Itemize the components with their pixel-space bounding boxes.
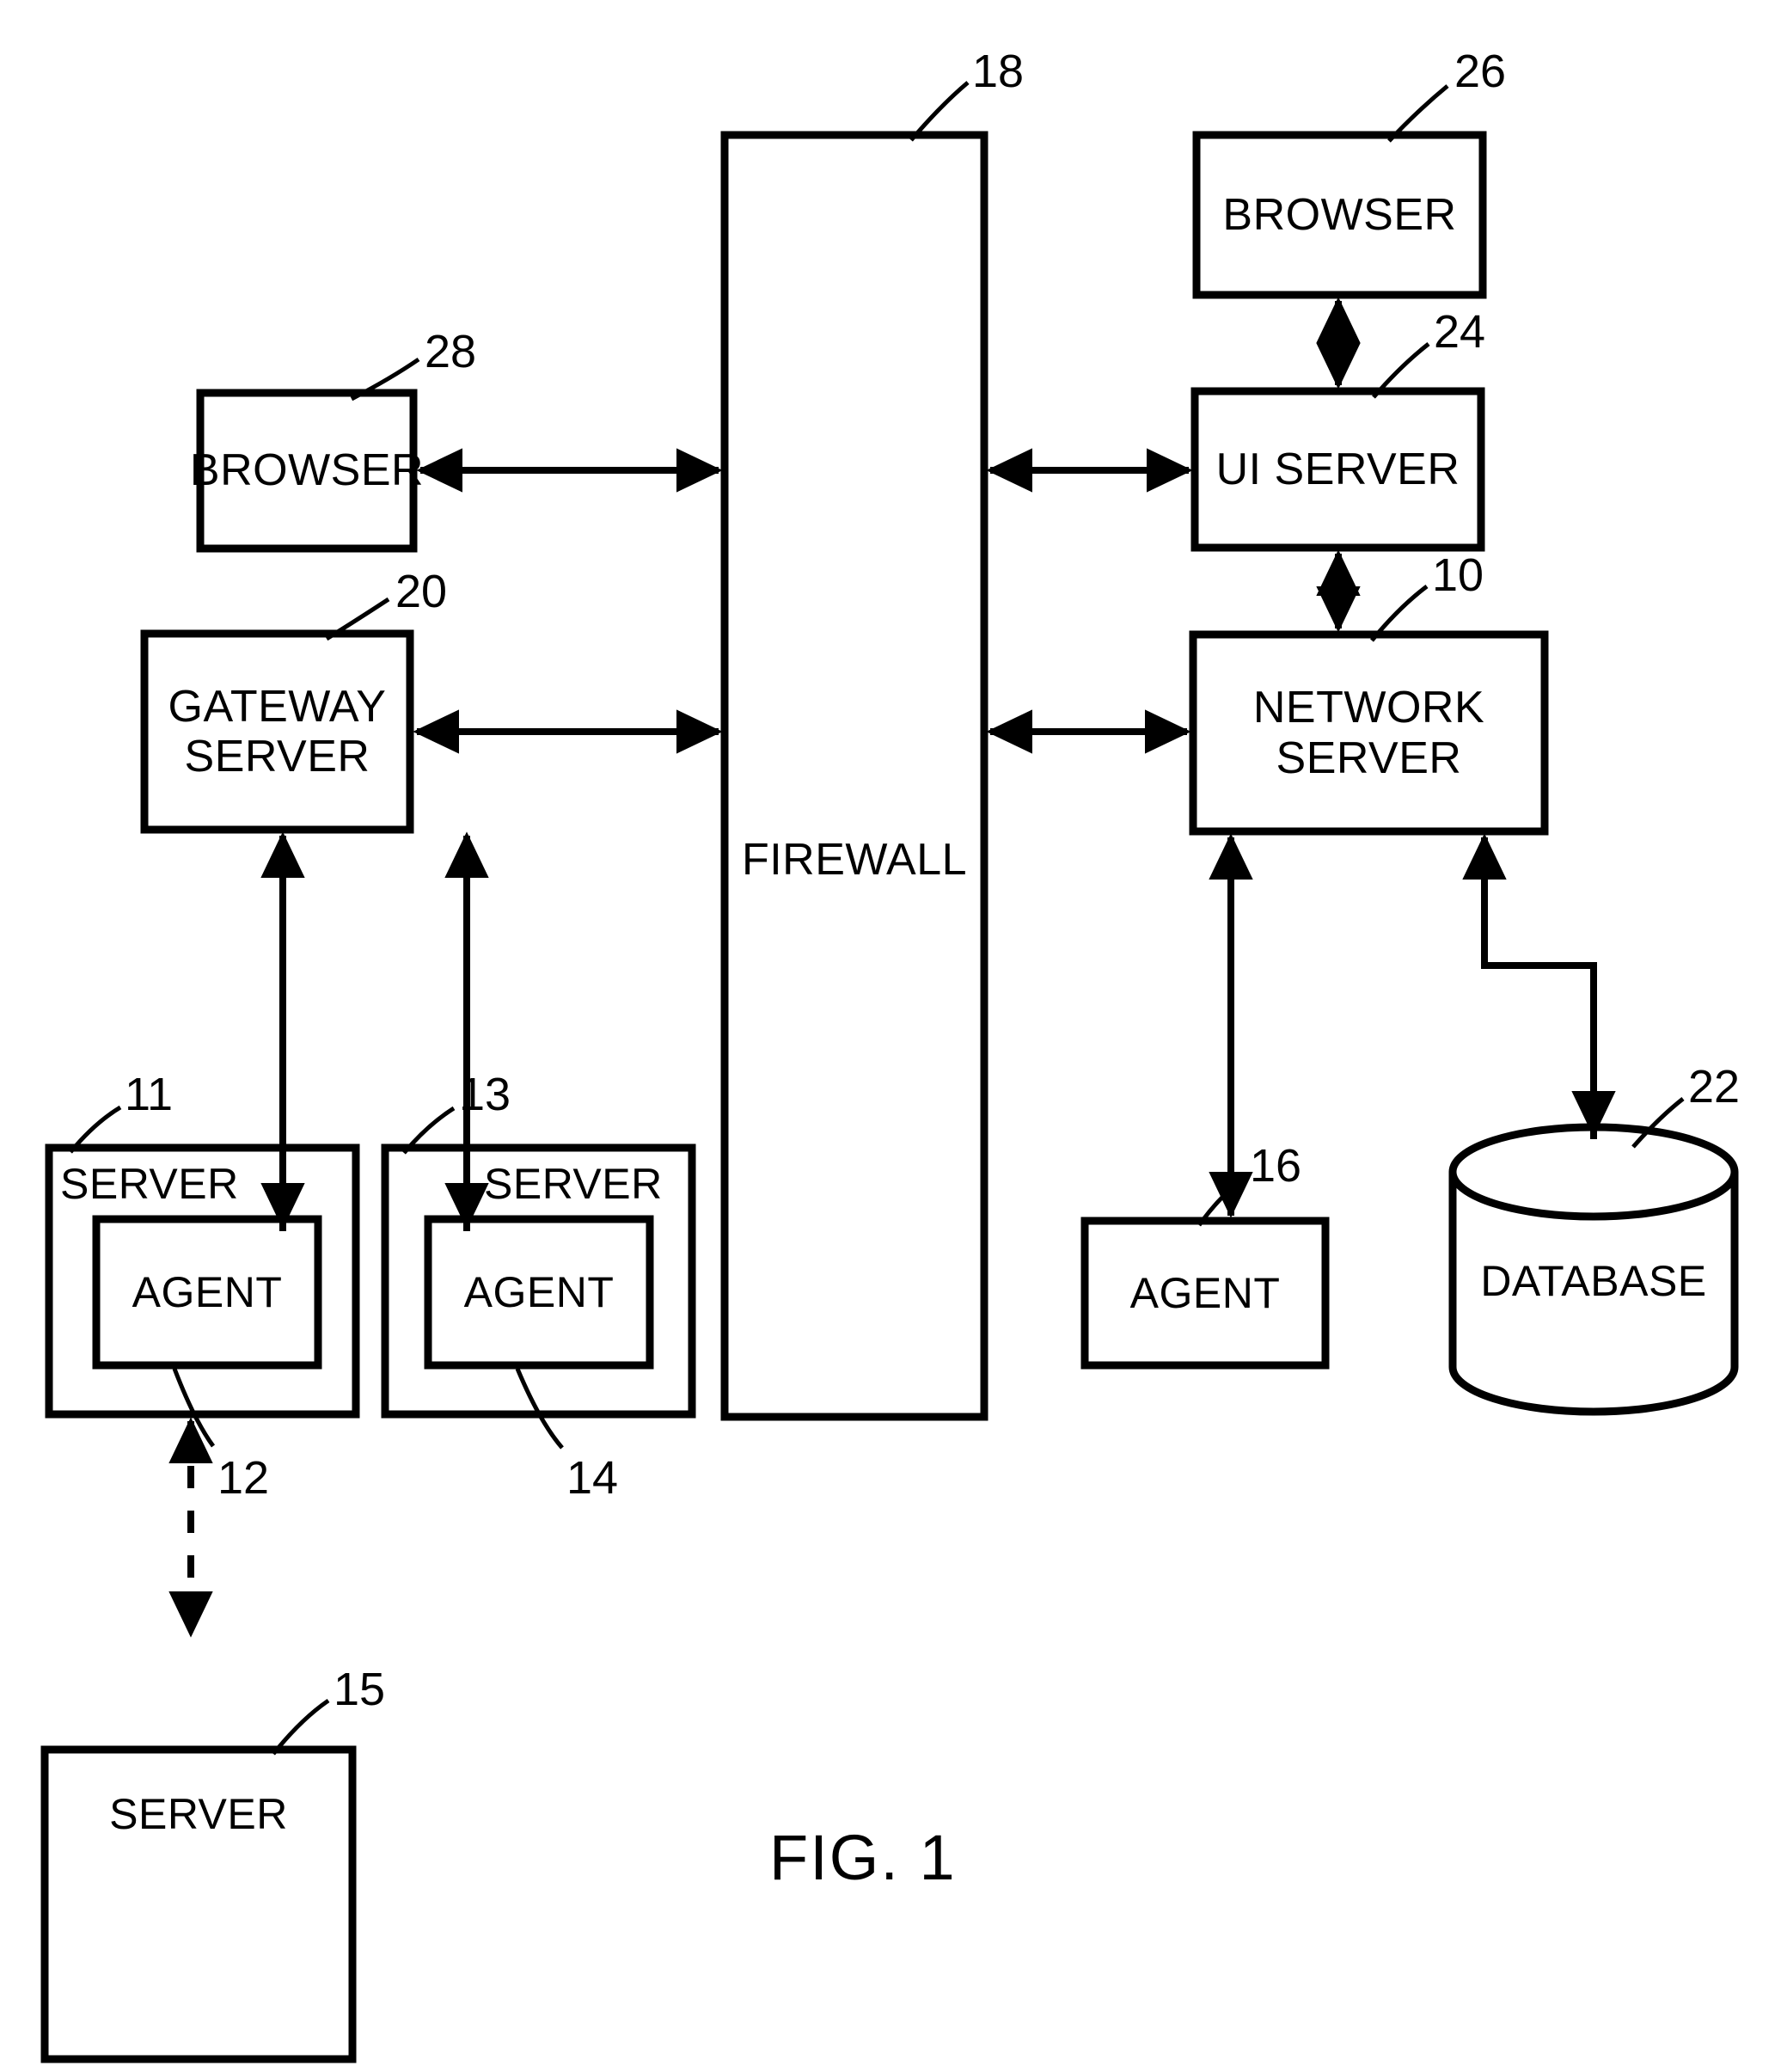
server-15-box: [40, 1745, 357, 2063]
ref-number-12: 12: [217, 1452, 270, 1504]
ref-number-22: 22: [1688, 1061, 1741, 1113]
ref-number-13: 13: [459, 1069, 511, 1120]
arrow-networkserver-database: [1481, 837, 1616, 1137]
agent-12-box: [92, 1215, 322, 1370]
arrow-database-networkserver: [1462, 833, 1597, 1139]
gateway-server-box: [140, 629, 414, 834]
ref-number-28: 28: [425, 326, 477, 377]
ref-number-20: 20: [395, 566, 448, 617]
browser-right-box: [1192, 131, 1487, 299]
ref-number-11: 11: [125, 1069, 174, 1120]
leader-22: [1631, 1097, 1685, 1149]
ref-number-26: 26: [1454, 46, 1507, 97]
diagram-canvas: [40, 81, 1739, 2063]
agent-14-box: [424, 1215, 654, 1370]
firewall-box: [720, 131, 988, 1421]
network-server-box: [1189, 630, 1549, 836]
ref-number-16: 16: [1250, 1140, 1302, 1192]
patent-figure-page: BROWSER GATEWAY SERVER FIREWALL BROWSER …: [0, 0, 1781, 2072]
ref-number-14: 14: [566, 1452, 619, 1504]
agent-16-box: [1080, 1217, 1330, 1370]
ref-number-18: 18: [972, 46, 1025, 97]
database-22-cylinder-body: [1448, 1172, 1739, 1416]
ui-server-box: [1190, 387, 1485, 552]
database-22-cylinder-top: [1448, 1123, 1739, 1221]
ref-number-15: 15: [334, 1664, 386, 1715]
ref-number-10: 10: [1432, 549, 1484, 601]
browser-left-box: [196, 389, 418, 553]
leader-14: [515, 1368, 564, 1450]
figure-caption: FIG. 1: [769, 1822, 957, 1893]
ref-number-24: 24: [1434, 306, 1486, 358]
